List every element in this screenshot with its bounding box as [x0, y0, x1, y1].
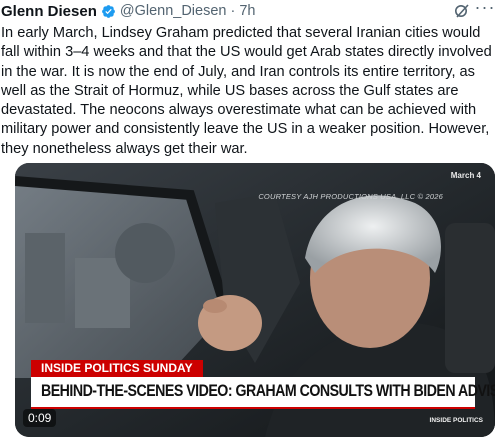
network-watermark: INSIDE POLITICS — [429, 417, 483, 424]
tweet-header: Glenn Diesen @Glenn_Diesen · 7h — [0, 0, 500, 22]
more-options-icon[interactable]: ··· — [474, 0, 496, 22]
grok-icon[interactable] — [454, 3, 470, 19]
chyron: BEHIND-THE-SCENES VIDEO: GRAHAM CONSULTS… — [31, 377, 495, 409]
video-timestamp: 0:09 — [23, 409, 57, 427]
chyron-text: BEHIND-THE-SCENES VIDEO: GRAHAM CONSULTS… — [41, 382, 495, 400]
date-badge: March 4 — [450, 171, 481, 180]
tweet-age[interactable]: 7h — [239, 3, 255, 19]
courtesy-credit: COURTESY AJH PRODUCTIONS USA, LLC © 2026 — [258, 192, 443, 201]
show-tag: INSIDE POLITICS SUNDAY — [31, 360, 203, 377]
video-player[interactable]: March 4 COURTESY AJH PRODUCTIONS USA, LL… — [15, 163, 495, 437]
tweet-text: In early March, Lindsey Graham predicted… — [1, 25, 492, 157]
header-separator: · — [230, 3, 236, 19]
author-name[interactable]: Glenn Diesen — [1, 3, 97, 20]
author-handle[interactable]: @Glenn_Diesen — [120, 3, 227, 19]
verified-badge-icon[interactable] — [101, 4, 116, 19]
